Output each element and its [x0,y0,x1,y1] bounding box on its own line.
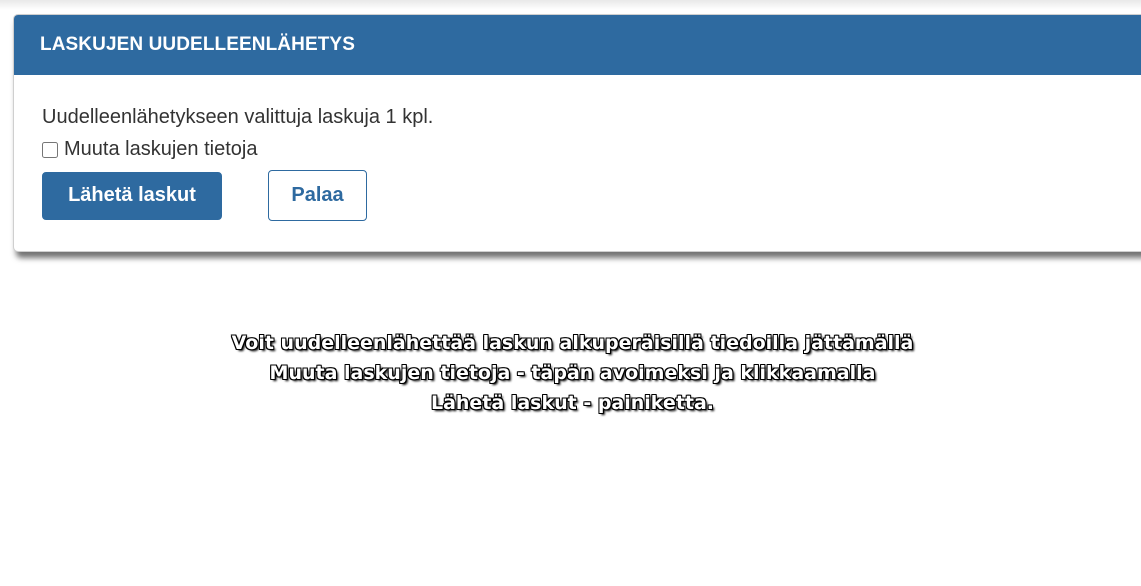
back-button[interactable]: Palaa [268,170,367,221]
panel-title: LASKUJEN UUDELLEENLÄHETYS [40,34,355,55]
action-buttons: Lähetä laskut Palaa [42,170,1141,221]
panel-body: Uudelleenlähetykseen valittuja laskuja 1… [14,75,1141,221]
top-strip [0,0,1141,10]
change-invoice-details-row[interactable]: Muuta laskujen tietoja [42,138,1141,161]
resend-invoices-panel: LASKUJEN UUDELLEENLÄHETYS Uudelleenlähet… [13,14,1141,252]
change-invoice-details-label: Muuta laskujen tietoja [64,138,258,160]
tutorial-note: Voit uudelleenlähettää laskun alkuperäis… [231,332,914,414]
change-invoice-details-checkbox[interactable] [42,141,58,158]
panel-header: LASKUJEN UUDELLEENLÄHETYS [14,15,1141,75]
selected-invoices-info: Uudelleenlähetykseen valittuja laskuja 1… [42,106,434,128]
send-invoices-button[interactable]: Lähetä laskut [42,171,222,220]
